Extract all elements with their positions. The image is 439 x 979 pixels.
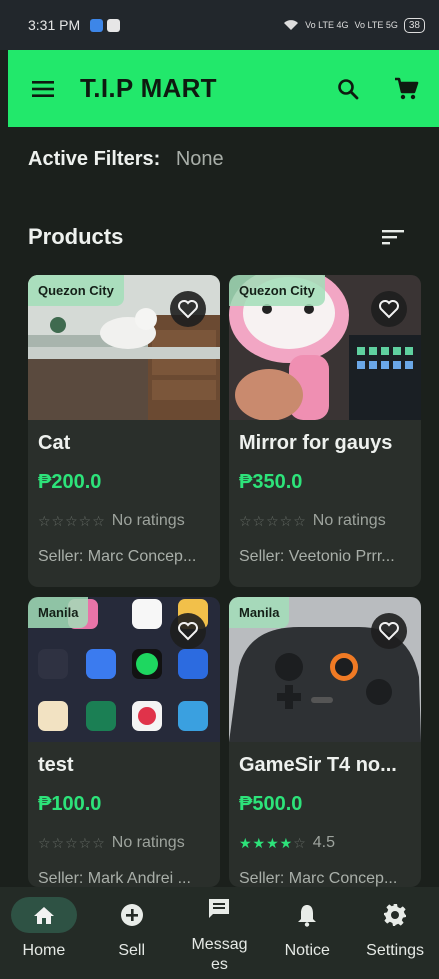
product-image: Manila: [229, 597, 421, 742]
nav-label: Home: [22, 942, 66, 959]
product-card[interactable]: Quezon City Cat ₱200.0 ☆☆☆☆☆ No ratings …: [28, 275, 220, 587]
product-price: ₱500.0: [239, 793, 303, 815]
rating-text: No ratings: [111, 512, 185, 529]
product-card[interactable]: Manila GameSir T4 no... ₱500.0 ★★★★☆ 4.5…: [229, 597, 421, 887]
product-card[interactable]: Quezon City Mirror for gauys ₱350.0 ☆☆☆☆…: [229, 275, 421, 587]
product-seller: Seller: Marc Concep...: [38, 548, 197, 565]
nav-sell[interactable]: Sell: [92, 897, 172, 961]
status-time: 3:31 PM: [28, 17, 81, 33]
wifi-icon: [284, 20, 299, 30]
app-bar: T.I.P MART: [8, 50, 439, 127]
location-badge: Quezon City: [229, 275, 325, 306]
nav-label: Notice: [284, 942, 330, 959]
product-seller: Seller: Marc Concep...: [239, 870, 398, 887]
app-title: T.I.P MART: [80, 73, 217, 103]
active-filters: Active Filters: None: [28, 148, 224, 171]
product-rating: ☆☆☆☆☆ No ratings: [239, 512, 411, 530]
nav-settings[interactable]: Settings: [355, 897, 435, 961]
active-filters-label: Active Filters:: [28, 148, 161, 170]
product-price: ₱100.0: [38, 793, 102, 815]
search-icon[interactable]: [333, 74, 363, 104]
location-badge: Manila: [229, 597, 290, 628]
status-indicators: Vo LTE 4G Vo LTE 5G 38: [283, 17, 425, 33]
product-name: Cat: [38, 432, 71, 454]
nav-notice[interactable]: Notice: [267, 897, 347, 961]
favorite-heart-icon[interactable]: [170, 291, 206, 327]
product-card[interactable]: Manila test ₱100.0 ☆☆☆☆☆ No ratings Sell…: [28, 597, 220, 887]
product-image: Manila: [28, 597, 220, 742]
add-circle-icon: [120, 904, 143, 926]
products-header: Products: [28, 222, 408, 252]
nav-label: Sell: [118, 942, 146, 959]
nav-label: Messages: [191, 936, 248, 973]
bottom-navigation: Home Sell Messages Notice Settings: [0, 887, 439, 979]
rating-text: No ratings: [312, 512, 386, 529]
rating-stars-icon: ★★★★☆: [239, 834, 307, 851]
product-image: Quezon City: [28, 275, 220, 420]
signal-text-1: Vo LTE 4G: [305, 20, 349, 30]
favorite-heart-icon[interactable]: [170, 613, 206, 649]
product-rating: ★★★★☆ 4.5: [239, 834, 411, 852]
favorite-heart-icon[interactable]: [371, 291, 407, 327]
product-seller: Seller: Mark Andrei ...: [38, 870, 191, 887]
home-icon: [33, 907, 54, 924]
active-filters-value: None: [175, 148, 224, 170]
screen-notification-icon: [107, 18, 121, 32]
gear-icon: [384, 904, 407, 926]
battery-indicator: 38: [403, 17, 425, 33]
rating-text: 4.5: [312, 834, 336, 851]
product-rating: ☆☆☆☆☆ No ratings: [38, 834, 210, 852]
status-bar: 3:31 PM Vo LTE 4G Vo LTE 5G 38: [0, 0, 439, 50]
signal-text-2: Vo LTE 5G: [354, 20, 398, 30]
menu-icon[interactable]: [28, 74, 58, 104]
location-badge: Manila: [28, 597, 89, 628]
bell-icon: [298, 905, 317, 927]
nav-home[interactable]: Home: [4, 897, 84, 961]
favorite-heart-icon[interactable]: [371, 613, 407, 649]
nav-label: Settings: [366, 942, 424, 959]
location-badge: Quezon City: [28, 275, 124, 306]
product-rating: ☆☆☆☆☆ No ratings: [38, 512, 210, 530]
messenger-notification-icon: [90, 18, 104, 32]
rating-text: No ratings: [111, 834, 185, 851]
sort-icon[interactable]: [378, 222, 408, 252]
product-seller: Seller: Veetonio Prrr...: [239, 548, 395, 565]
rating-stars-icon: ☆☆☆☆☆: [239, 512, 307, 529]
product-name: test: [38, 754, 74, 776]
nav-messages[interactable]: Messages: [179, 891, 259, 975]
product-image: Quezon City: [229, 275, 421, 420]
rating-stars-icon: ☆☆☆☆☆: [38, 512, 106, 529]
product-price: ₱200.0: [38, 471, 102, 493]
message-icon: [209, 899, 230, 918]
rating-stars-icon: ☆☆☆☆☆: [38, 834, 106, 851]
product-name: Mirror for gauys: [239, 432, 393, 454]
product-name: GameSir T4 no...: [239, 754, 397, 776]
product-price: ₱350.0: [239, 471, 303, 493]
cart-icon[interactable]: [391, 74, 421, 104]
products-title: Products: [28, 224, 124, 249]
